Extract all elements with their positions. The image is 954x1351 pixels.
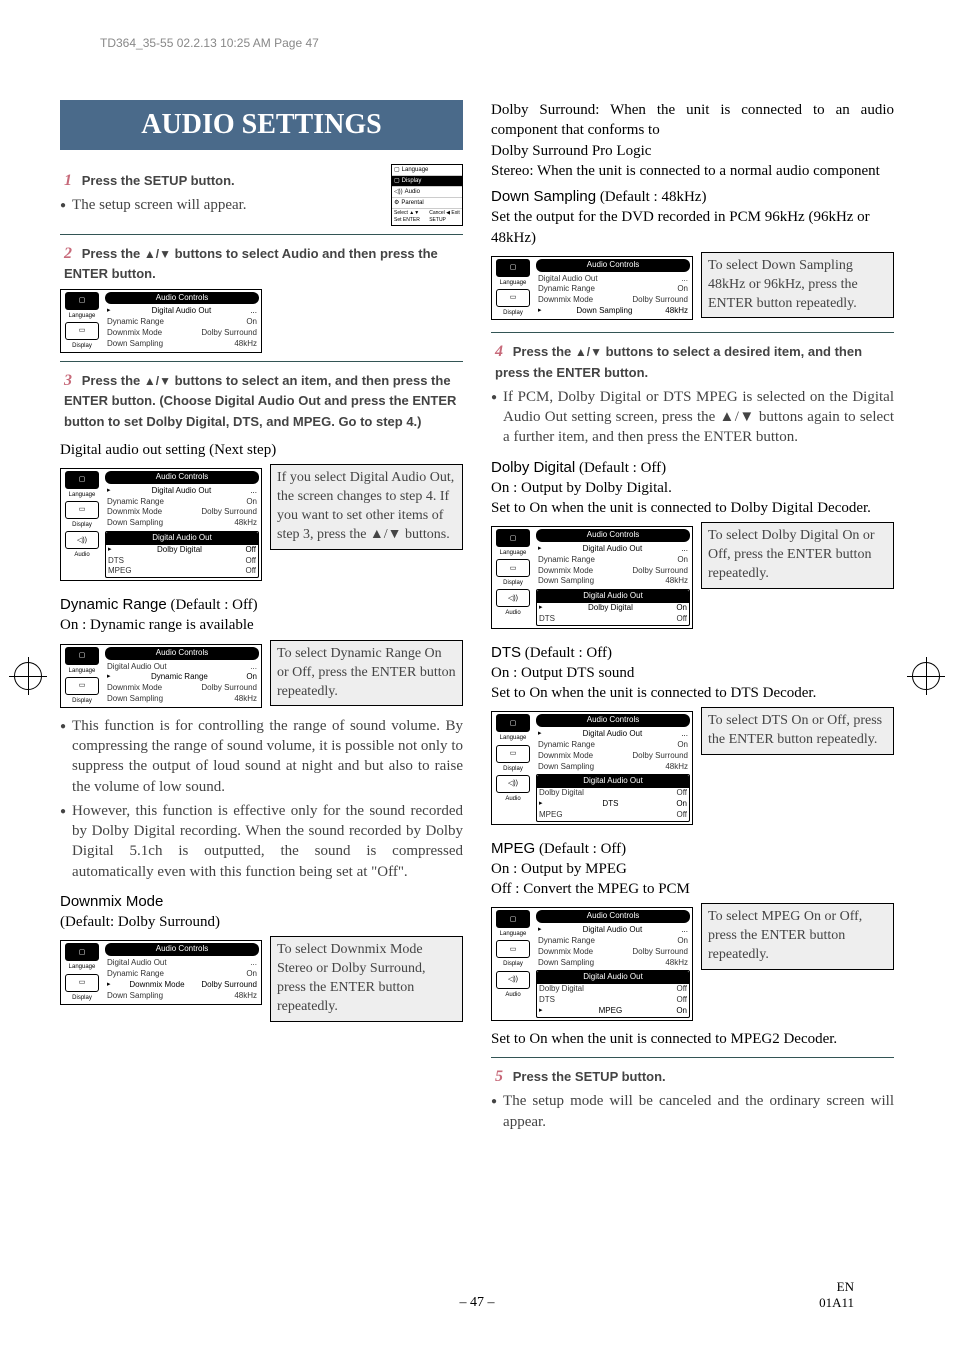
mpeg-heading: MPEG (Default : Off) — [491, 839, 894, 859]
step-1-number: 1 — [64, 172, 72, 189]
dolby-tip: To select Dolby Digital On or Off, press… — [701, 522, 894, 589]
page-number: – 47 – — [0, 1295, 954, 1311]
step-4: 4 Press the ▲/▼ buttons to select a desi… — [491, 341, 894, 383]
osd-screen-3: ▢Language ▭Display Audio Controls Digita… — [60, 644, 262, 708]
dynamic-range-on: On : Dynamic range is available — [60, 615, 463, 635]
mpeg-tip: To select MPEG On or Off, press the ENTE… — [701, 903, 894, 970]
step-4-note: If PCM, Dolby Digital or DTS MPEG is sel… — [491, 387, 894, 448]
dyn-range-p1: This function is for controlling the ran… — [60, 716, 463, 797]
left-column: AUDIO SETTINGS 1 Press the SETUP button.… — [60, 100, 463, 1136]
divider — [60, 361, 463, 362]
mpeg-off: Off : Convert the MPEG to PCM — [491, 879, 894, 899]
divider — [491, 1057, 894, 1058]
dolby-pro-logic: Dolby Surround Pro Logic — [491, 141, 894, 161]
divider — [491, 332, 894, 333]
step-1-note: The setup screen will appear. — [60, 195, 381, 215]
dts-desc: Set to On when the unit is connected to … — [491, 683, 894, 703]
tv-icon: ▭ — [65, 322, 99, 340]
step-1-text: Press the SETUP button. — [82, 173, 235, 188]
osd-screen-8: ▢Language ▭Display ◁))Audio Audio Contro… — [491, 907, 693, 1020]
dolby-on: On : Output by Dolby Digital. — [491, 478, 894, 498]
section-title: AUDIO SETTINGS — [60, 100, 463, 150]
digital-audio-out-heading: Digital audio out setting (Next step) — [60, 440, 463, 460]
dts-tip: To select DTS On or Off, press the ENTER… — [701, 707, 894, 755]
step-5: 5 Press the SETUP button. — [491, 1066, 894, 1088]
digital-out-tip: If you select Digital Audio Out, the scr… — [270, 464, 463, 550]
dolby-digital-heading: Dolby Digital (Default : Off) — [491, 458, 894, 478]
registration-mark-right — [912, 662, 940, 690]
stereo-desc: Stereo: When the unit is connected to a … — [491, 161, 894, 181]
step-3-number: 3 — [64, 372, 72, 389]
footer-right: EN 01A11 — [819, 1279, 854, 1311]
osd-screen-1: ▢ Language ▭ Display Audio Controls Digi… — [60, 289, 262, 353]
dts-heading: DTS (Default : Off) — [491, 643, 894, 663]
down-sampling-desc: Set the output for the DVD recorded in P… — [491, 207, 894, 248]
downmix-heading: Downmix Mode — [60, 892, 463, 912]
divider — [60, 234, 463, 235]
downmix-default: (Default: Dolby Surround) — [60, 912, 463, 932]
step-4-number: 4 — [495, 343, 503, 360]
registration-mark-left — [14, 662, 42, 690]
step-3: 3 Press the ▲/▼ buttons to select an ite… — [60, 370, 463, 432]
step-1: 1 Press the SETUP button. — [60, 170, 381, 192]
osd-screen-7: ▢Language ▭Display ◁))Audio Audio Contro… — [491, 711, 693, 824]
step-2: 2 Press the ▲/▼ buttons to select Audio … — [60, 243, 463, 285]
speech-icon: ▢ — [65, 292, 99, 310]
up-down-icon: ▲/▼ — [575, 345, 602, 359]
osd-screen-2: ▢Language ▭Display ◁))Audio Audio Contro… — [60, 468, 262, 581]
doc-header: TD364_35-55 02.2.13 10:25 AM Page 47 — [100, 36, 319, 50]
dynamic-range-tip: To select Dynamic Range On or Off, press… — [270, 640, 463, 707]
step-2-number: 2 — [64, 245, 72, 262]
down-sampling-heading: Down Sampling (Default : 48kHz) — [491, 187, 894, 207]
right-column: Dolby Surround: When the unit is connect… — [491, 100, 894, 1136]
dyn-range-p2: However, this function is effective only… — [60, 801, 463, 882]
setup-screen-icon: ▢ Language ▢ Display ◁)) Audio ⚙ Parenta… — [391, 164, 463, 226]
up-down-icon: ▲/▼ — [144, 247, 171, 261]
mpeg-desc: Set to On when the unit is connected to … — [491, 1029, 894, 1049]
step-5-text: Press the SETUP button. — [513, 1069, 666, 1084]
osd-screen-4: ▢Language ▭Display Audio Controls Digita… — [60, 940, 262, 1004]
step-5-note: The setup mode will be canceled and the … — [491, 1091, 894, 1132]
dynamic-range-heading: Dynamic Range (Default : Off) — [60, 595, 463, 615]
osd-screen-6: ▢Language ▭Display ◁))Audio Audio Contro… — [491, 526, 693, 628]
dolby-surround-desc: Dolby Surround: When the unit is connect… — [491, 100, 894, 141]
step-5-number: 5 — [495, 1068, 503, 1085]
dts-on: On : Output DTS sound — [491, 663, 894, 683]
downmix-tip: To select Downmix Mode Stereo or Dolby S… — [270, 936, 463, 1022]
down-sampling-tip: To select Down Sampling 48kHz or 96kHz, … — [701, 252, 894, 319]
up-down-icon: ▲/▼ — [144, 374, 171, 388]
dolby-desc: Set to On when the unit is connected to … — [491, 498, 894, 518]
mpeg-on: On : Output by MPEG — [491, 859, 894, 879]
osd-screen-5: ▢Language ▭Display Audio Controls Digita… — [491, 256, 693, 320]
